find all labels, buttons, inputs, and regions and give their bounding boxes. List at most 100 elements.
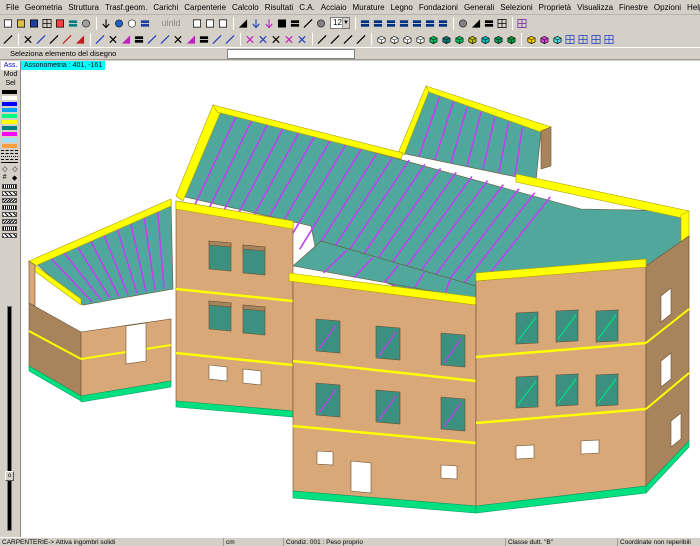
snap-icon[interactable] bbox=[257, 33, 269, 45]
palette-icon[interactable] bbox=[54, 17, 66, 29]
menu-visualizza[interactable]: Visualizza bbox=[574, 0, 616, 15]
solid-cube-icon[interactable] bbox=[440, 33, 452, 45]
load-down-icon[interactable] bbox=[263, 17, 275, 29]
beam-tool-icon[interactable] bbox=[120, 33, 132, 45]
beam-tool-icon[interactable] bbox=[94, 33, 106, 45]
solid-cube-icon[interactable] bbox=[388, 33, 400, 45]
snap-icon[interactable] bbox=[244, 33, 256, 45]
grid-icon[interactable] bbox=[496, 17, 508, 29]
view-mod-button[interactable]: Mod bbox=[1, 70, 20, 79]
menu-c-a[interactable]: C.A. bbox=[296, 0, 318, 15]
command-input[interactable] bbox=[227, 49, 355, 59]
element-icon[interactable] bbox=[355, 33, 367, 45]
solid-cube-icon[interactable] bbox=[401, 33, 413, 45]
solid-cube-icon[interactable] bbox=[414, 33, 426, 45]
new-file-icon[interactable] bbox=[2, 17, 14, 29]
beam-tool-icon[interactable] bbox=[159, 33, 171, 45]
menu-calcolo[interactable]: Calcolo bbox=[229, 0, 262, 15]
element-icon[interactable] bbox=[342, 33, 354, 45]
beam-tool-icon[interactable] bbox=[146, 33, 158, 45]
solid-cube-icon[interactable] bbox=[466, 33, 478, 45]
solid-cube-icon[interactable] bbox=[505, 33, 517, 45]
color-swatch[interactable] bbox=[2, 144, 17, 148]
menu-propriet[interactable]: Proprietà bbox=[536, 0, 574, 15]
axes-icon[interactable] bbox=[22, 33, 34, 45]
pencil-icon[interactable] bbox=[2, 33, 14, 45]
solid-cube-icon[interactable] bbox=[375, 33, 387, 45]
line-style-dashed[interactable] bbox=[1, 153, 18, 154]
view-layout-icon[interactable] bbox=[385, 17, 397, 29]
menu-trasf-geom[interactable]: Trasf.geom. bbox=[102, 0, 150, 15]
target-icon[interactable] bbox=[315, 17, 327, 29]
menu-file[interactable]: File bbox=[3, 0, 22, 15]
print-icon[interactable] bbox=[41, 17, 53, 29]
color-swatch[interactable] bbox=[2, 90, 17, 94]
node-icon[interactable] bbox=[250, 17, 262, 29]
menu-finestre[interactable]: Finestre bbox=[616, 0, 651, 15]
line-style-dashed[interactable] bbox=[1, 150, 18, 151]
grid-icon[interactable] bbox=[564, 33, 576, 45]
menu-risultati[interactable]: Risultati bbox=[262, 0, 296, 15]
beam-tool-icon[interactable] bbox=[198, 33, 210, 45]
redo-icon[interactable] bbox=[113, 17, 125, 29]
beam-tool-icon[interactable] bbox=[185, 33, 197, 45]
hatch-pattern[interactable] bbox=[2, 212, 17, 217]
font-size-select[interactable]: 12 ▼ bbox=[330, 17, 350, 29]
element-icon[interactable] bbox=[316, 33, 328, 45]
cube-yellow-icon[interactable] bbox=[525, 33, 537, 45]
beam-tool-icon[interactable] bbox=[107, 33, 119, 45]
drawing-canvas[interactable]: Assonometria : 401, -161 bbox=[21, 61, 700, 537]
menu-fondazioni[interactable]: Fondazioni bbox=[416, 0, 461, 15]
view-layout-icon[interactable] bbox=[359, 17, 371, 29]
solid-icon[interactable] bbox=[276, 17, 288, 29]
color-swatch[interactable] bbox=[2, 132, 17, 136]
hatch-pattern[interactable] bbox=[2, 226, 17, 231]
color-swatch[interactable] bbox=[2, 108, 17, 112]
menu-carpenterie[interactable]: Carpenterie bbox=[181, 0, 229, 15]
view-layout-icon[interactable] bbox=[372, 17, 384, 29]
triangle-icon[interactable] bbox=[237, 17, 249, 29]
undo-icon[interactable] bbox=[100, 17, 112, 29]
beam-tool-icon[interactable] bbox=[211, 33, 223, 45]
grid-icon[interactable] bbox=[603, 33, 615, 45]
view-layout-icon[interactable] bbox=[424, 17, 436, 29]
menu-help[interactable]: Help bbox=[684, 0, 700, 15]
menu-geometria[interactable]: Geometria bbox=[22, 0, 65, 15]
menu-carichi[interactable]: Carichi bbox=[150, 0, 181, 15]
view-layout-icon[interactable] bbox=[411, 17, 423, 29]
hatch-pattern[interactable] bbox=[2, 219, 17, 224]
brush-icon[interactable] bbox=[61, 33, 73, 45]
menu-struttura[interactable]: Struttura bbox=[65, 0, 102, 15]
diamond-icon[interactable]: ◇ bbox=[2, 165, 7, 173]
menu-legno[interactable]: Legno bbox=[388, 0, 416, 15]
dot-icon[interactable]: ◆ bbox=[12, 174, 17, 182]
line-style-dotted[interactable] bbox=[1, 156, 18, 157]
solid-cube-icon[interactable] bbox=[492, 33, 504, 45]
hash-icon[interactable]: # bbox=[3, 174, 7, 182]
grid-icon[interactable] bbox=[590, 33, 602, 45]
snap-icon[interactable] bbox=[283, 33, 295, 45]
y-axis-icon[interactable] bbox=[35, 33, 47, 45]
beam-tool-icon[interactable] bbox=[224, 33, 236, 45]
open-folder-icon[interactable] bbox=[15, 17, 27, 29]
view-assonometria-button[interactable]: Ass. bbox=[1, 61, 20, 70]
hatch-pattern[interactable] bbox=[2, 184, 17, 189]
snap-icon[interactable] bbox=[270, 33, 282, 45]
diamond-icon[interactable] bbox=[74, 33, 86, 45]
hatch-pattern[interactable] bbox=[2, 198, 17, 203]
box-icon[interactable] bbox=[217, 17, 229, 29]
settings-icon[interactable] bbox=[457, 17, 469, 29]
color-swatch[interactable] bbox=[2, 138, 17, 142]
beam-tool-icon[interactable] bbox=[172, 33, 184, 45]
layers-icon[interactable] bbox=[67, 17, 79, 29]
grid-icon[interactable] bbox=[577, 33, 589, 45]
color-swatch[interactable] bbox=[2, 126, 17, 130]
cube-magenta-icon[interactable] bbox=[538, 33, 550, 45]
window-icon[interactable] bbox=[516, 17, 528, 29]
formula-icon[interactable] bbox=[302, 17, 314, 29]
menu-acciaio[interactable]: Acciaio bbox=[318, 0, 350, 15]
color-swatch[interactable] bbox=[2, 120, 17, 124]
solid-cube-icon[interactable] bbox=[427, 33, 439, 45]
color-swatch[interactable] bbox=[2, 114, 17, 118]
settings-icon[interactable] bbox=[80, 17, 92, 29]
